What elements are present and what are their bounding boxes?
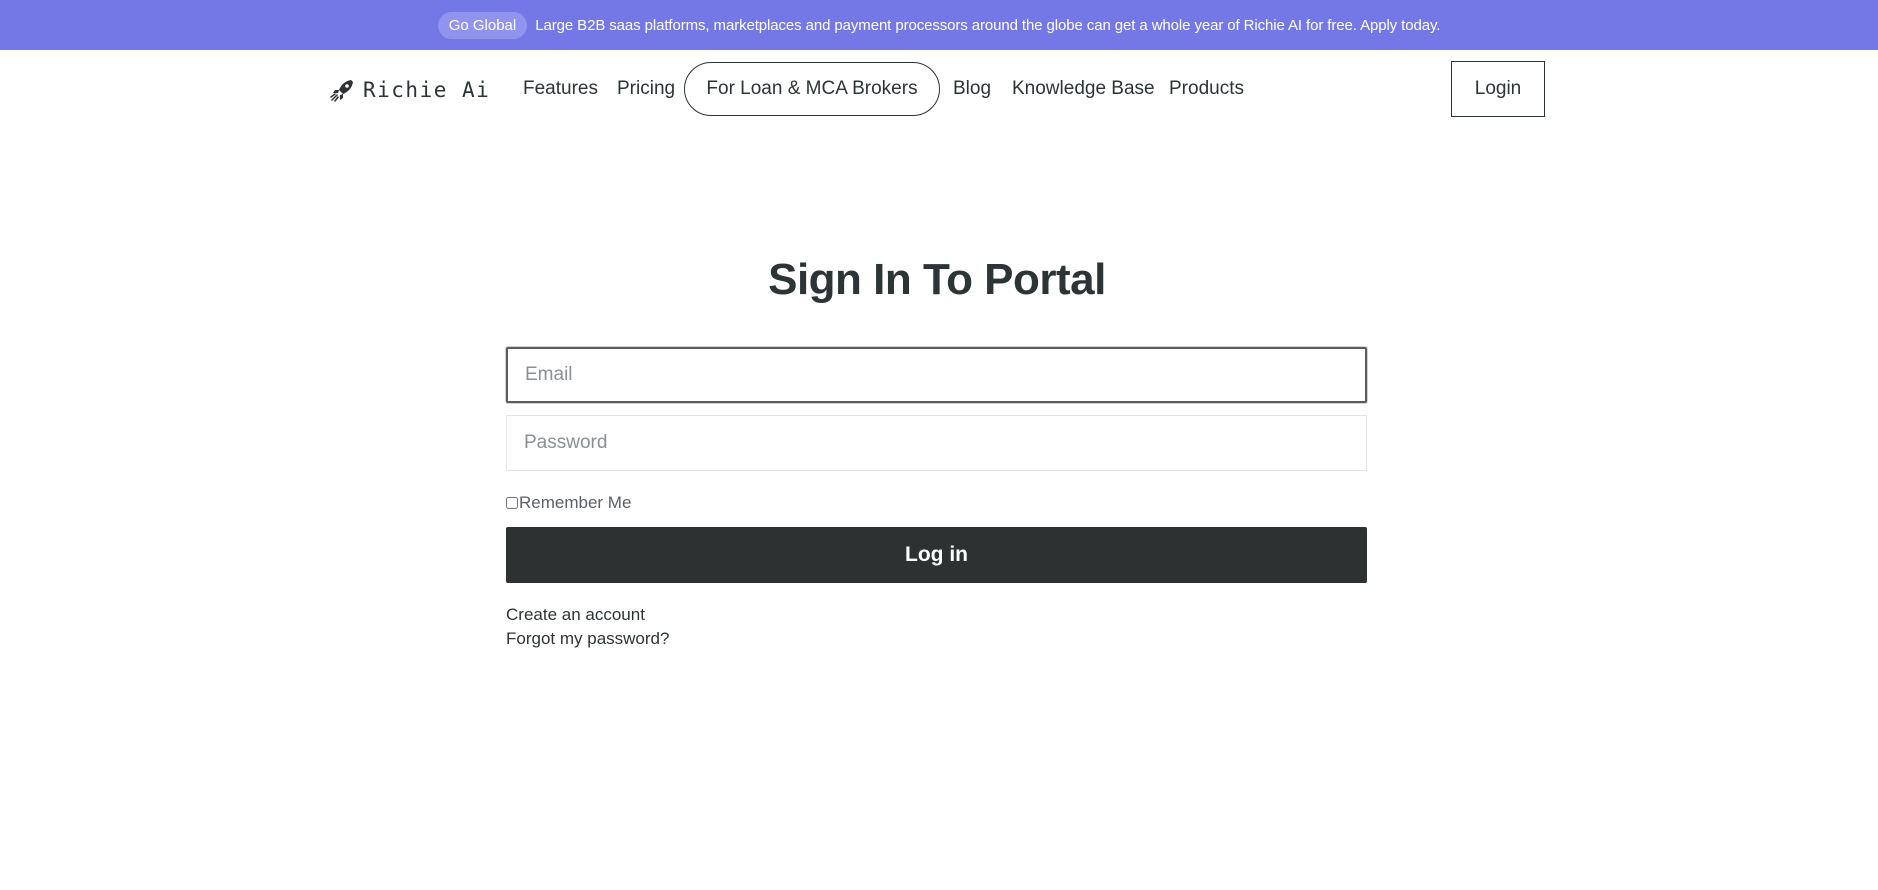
- page-title: Sign In To Portal: [768, 255, 1106, 304]
- nav-features[interactable]: Features: [523, 77, 598, 101]
- nav-pricing[interactable]: Pricing: [617, 77, 675, 101]
- banner-message[interactable]: Large B2B saas platforms, marketplaces a…: [535, 17, 1440, 34]
- header-login-button[interactable]: Login: [1451, 61, 1545, 117]
- remember-me-checkbox[interactable]: [506, 497, 518, 509]
- nav-knowledge-base[interactable]: Knowledge Base: [1012, 77, 1155, 101]
- remember-me-label: Remember Me: [519, 493, 632, 512]
- announcement-banner: Go Global Large B2B saas platforms, mark…: [0, 0, 1878, 50]
- rocket-icon: [330, 80, 353, 102]
- logo-text: Richie Ai: [363, 78, 491, 102]
- nav-blog[interactable]: Blog: [953, 77, 991, 101]
- go-global-badge[interactable]: Go Global: [437, 11, 528, 39]
- password-field[interactable]: [506, 415, 1367, 471]
- site-logo[interactable]: Richie Ai: [330, 76, 490, 104]
- email-field[interactable]: [506, 347, 1367, 403]
- nav-loan-mca-brokers[interactable]: For Loan & MCA Brokers: [684, 62, 940, 116]
- remember-me[interactable]: Remember Me: [506, 493, 632, 512]
- forgot-password-link[interactable]: Forgot my password?: [506, 629, 669, 649]
- create-account-link[interactable]: Create an account: [506, 605, 645, 625]
- nav-products[interactable]: Products: [1169, 77, 1244, 101]
- login-submit-button[interactable]: Log in: [506, 527, 1367, 583]
